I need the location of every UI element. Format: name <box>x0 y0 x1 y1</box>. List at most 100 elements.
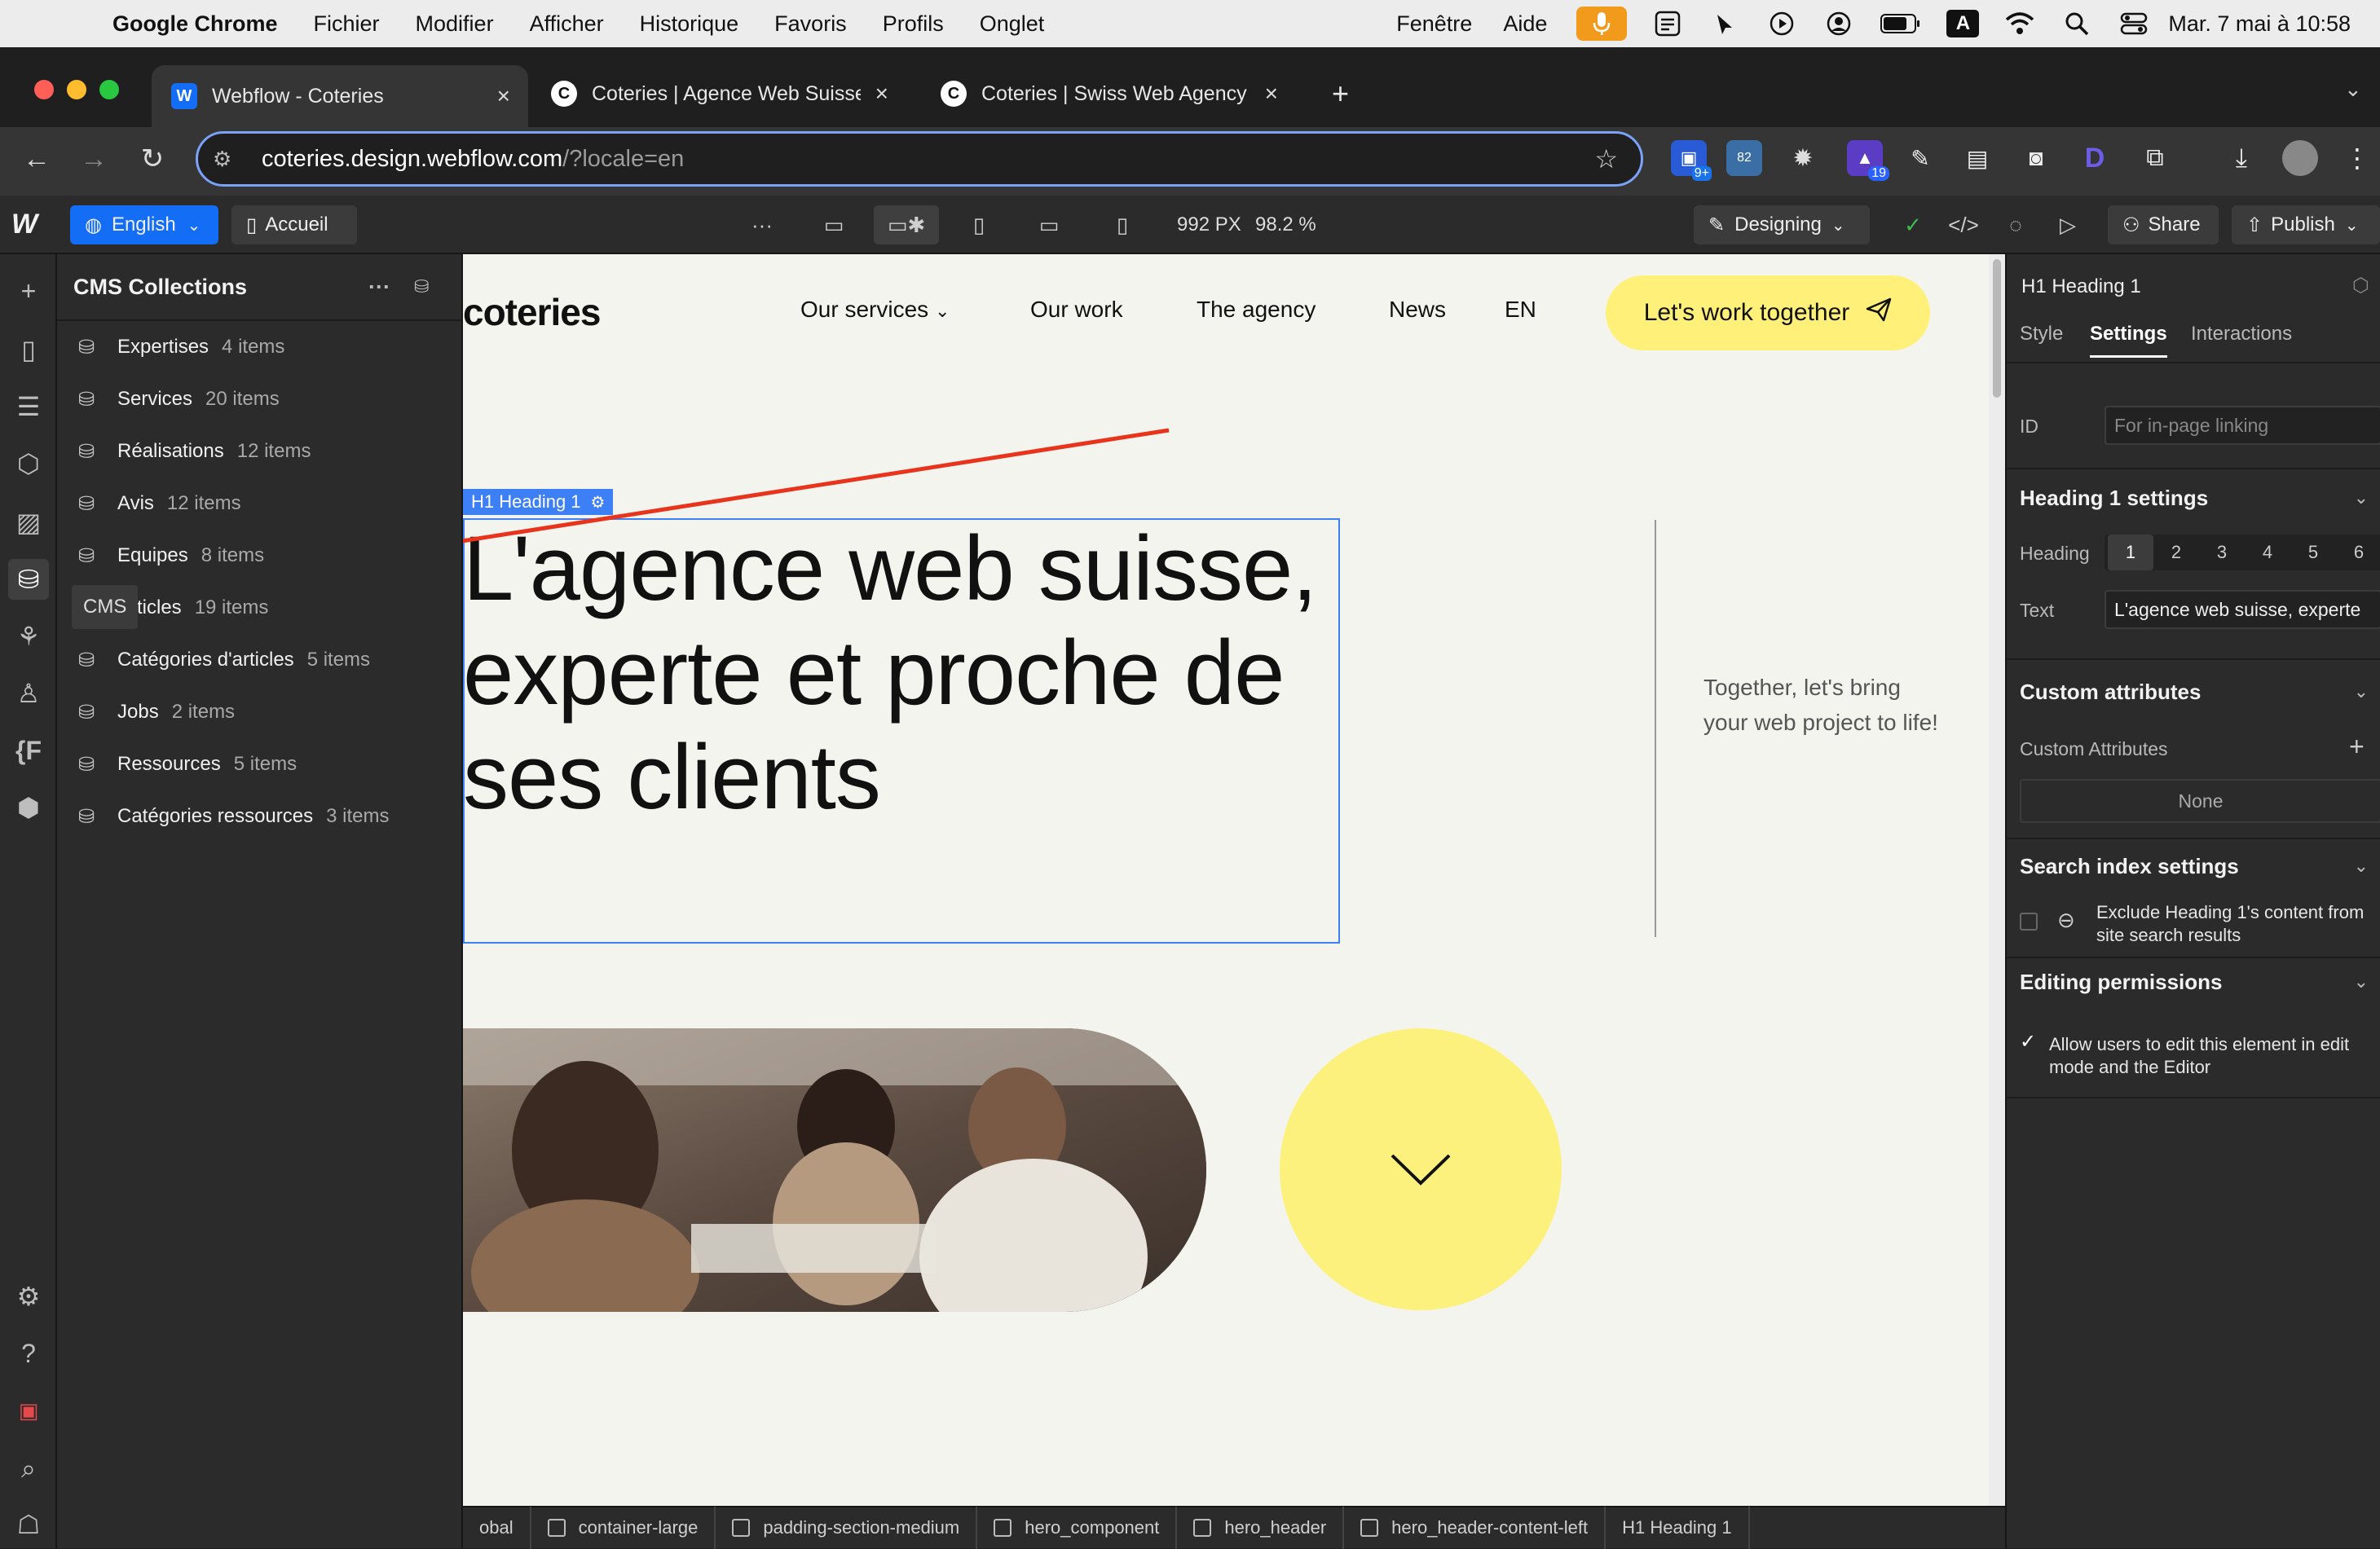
search-index-title[interactable]: Search index settings <box>2020 854 2239 879</box>
tab-style[interactable]: Style <box>2020 323 2063 345</box>
menubar-clock[interactable]: Mar. 7 mai à 10:58 <box>2168 11 2351 37</box>
breadcrumb-item[interactable]: obal <box>463 1507 531 1549</box>
extension-gear-icon[interactable]: ✹ <box>1785 140 1821 176</box>
notes-icon[interactable] <box>1651 7 1684 40</box>
components-icon[interactable]: ⬡ <box>8 443 49 484</box>
desktop-breakpoint-icon[interactable]: ▭ <box>813 205 854 244</box>
extension-save-icon[interactable]: 9+ ▣ <box>1671 140 1712 181</box>
cms-database-icon[interactable]: ⛁ <box>8 559 49 600</box>
download-icon[interactable]: ⤓ <box>2224 140 2259 176</box>
extension-eyedropper-icon[interactable]: ✎ <box>1902 140 1938 176</box>
battery-icon[interactable] <box>1880 7 1922 40</box>
cms-collection-item[interactable]: ⛁ Catégories ressources 3 items <box>78 794 389 839</box>
chat-icon[interactable]: ☖ <box>8 1504 49 1545</box>
exclude-search-checkbox[interactable] <box>2020 913 2038 931</box>
breadcrumb-item[interactable]: hero_header <box>1177 1507 1345 1549</box>
chevron-down-icon[interactable]: ⌄ <box>2354 487 2369 508</box>
heading-level-1[interactable]: 1 <box>2108 535 2153 570</box>
scrollbar-thumb[interactable] <box>1993 259 2001 398</box>
canvas-scrollbar[interactable] <box>1989 254 2005 1506</box>
tab-coteries-en[interactable]: C Coteries | Swiss Web Agency × <box>921 65 1296 122</box>
address-bar[interactable]: ⚙ coteries.design.webflow.com/?locale=en… <box>196 131 1643 187</box>
menu-item-aide[interactable]: Aide <box>1503 11 1547 37</box>
search-icon[interactable]: ⌕ <box>8 1449 49 1490</box>
microphone-icon[interactable] <box>1576 7 1628 41</box>
chevron-down-icon[interactable]: ⌄ <box>2354 681 2369 702</box>
menu-item-favoris[interactable]: Favoris <box>774 11 847 37</box>
tablet-breakpoint-icon[interactable]: ▯ <box>959 205 999 244</box>
extension-camera-icon[interactable]: ◙ <box>2018 140 2054 176</box>
breadcrumb-item[interactable]: hero_component <box>977 1507 1178 1549</box>
user-circle-icon[interactable] <box>1822 7 1855 40</box>
chrome-menu-icon[interactable]: ⋮ <box>2339 140 2375 176</box>
address-url[interactable]: coteries.design.webflow.com/?locale=en <box>262 146 684 173</box>
mode-dropdown[interactable]: ✎ Designing ⌄ <box>1694 205 1870 244</box>
record-icon[interactable]: ▣ <box>8 1390 49 1431</box>
site-settings-icon[interactable]: ⚙ <box>213 147 245 172</box>
tab-webflow[interactable]: W Webflow - Coteries × <box>152 65 528 127</box>
window-minimize-button[interactable] <box>67 80 86 99</box>
tab-search-chevron-icon[interactable]: ⌄ <box>2344 77 2362 102</box>
custom-attributes-title[interactable]: Custom attributes <box>2020 680 2201 705</box>
canvas-width-readout[interactable]: 992 PX <box>1177 213 1241 236</box>
add-elements-icon[interactable]: + <box>8 271 49 311</box>
reload-icon[interactable]: ↻ <box>134 140 171 178</box>
tab-interactions[interactable]: Interactions <box>2191 323 2292 345</box>
cms-collection-item[interactable]: ⛁ Ressources 5 items <box>78 741 297 787</box>
mobile-landscape-icon[interactable]: ▭ <box>1029 205 1069 244</box>
profile-avatar[interactable] <box>2282 140 2318 176</box>
more-options-icon[interactable]: ··· <box>368 275 390 300</box>
component-icon[interactable]: ⬡ <box>2352 274 2369 297</box>
navigator-icon[interactable]: ☰ <box>8 386 49 427</box>
forward-arrow-icon[interactable]: → <box>75 140 112 178</box>
audit-check-icon[interactable]: ✓ <box>1893 205 1933 244</box>
tab-close-icon[interactable]: × <box>1265 81 1278 107</box>
apps-cube-icon[interactable]: ⬢ <box>8 787 49 828</box>
back-arrow-icon[interactable]: ← <box>18 140 55 178</box>
heading-level-6[interactable]: 6 <box>2336 535 2380 570</box>
page-selector[interactable]: ▯ Accueil <box>231 205 357 244</box>
tab-coteries-fr[interactable]: C Coteries | Agence Web Suisse × <box>531 65 906 122</box>
heading-level-4[interactable]: 4 <box>2245 535 2290 570</box>
pointer-tool-icon[interactable] <box>1708 7 1741 40</box>
menu-item-profils[interactable]: Profils <box>883 11 944 37</box>
cms-collection-item[interactable]: ⛁ Avis 12 items <box>78 481 241 526</box>
locale-dropdown[interactable]: ◍ English ⌄ <box>70 205 218 244</box>
menu-item-fichier[interactable]: Fichier <box>314 11 380 37</box>
base-breakpoint-icon[interactable]: ▭✱ <box>874 205 939 244</box>
extension-calendar-icon[interactable]: 82 <box>1726 140 1762 176</box>
menu-item-modifier[interactable]: Modifier <box>416 11 494 37</box>
new-tab-button[interactable]: + <box>1312 65 1361 122</box>
heading-level-2[interactable]: 2 <box>2153 535 2199 570</box>
extension-hat-icon[interactable]: 19 ▲ <box>1847 140 1889 181</box>
tab-settings[interactable]: Settings <box>2090 323 2167 358</box>
users-icon[interactable]: ♙ <box>8 673 49 714</box>
publish-button[interactable]: ⇧ Publish ⌄ <box>2232 205 2380 244</box>
tab-close-icon[interactable]: × <box>497 83 510 109</box>
webflow-logo-icon[interactable]: W <box>11 209 37 240</box>
designer-canvas[interactable]: coteries Our services ⌄ Our work The age… <box>463 254 1989 1506</box>
bookmark-star-icon[interactable]: ☆ <box>1594 143 1618 174</box>
extensions-puzzle-icon[interactable]: ⧉ <box>2137 140 2173 176</box>
cms-collection-item[interactable]: ⛁ Réalisations 12 items <box>78 429 311 474</box>
search-icon[interactable] <box>2060 7 2093 40</box>
pages-icon[interactable]: ▯ <box>8 329 49 370</box>
breadcrumb-item[interactable]: hero_header-content-left <box>1344 1507 1606 1549</box>
comment-icon[interactable]: ◌ <box>1995 205 2036 244</box>
menu-item-historique[interactable]: Historique <box>640 11 739 37</box>
window-zoom-button[interactable] <box>99 80 119 99</box>
cms-collection-item[interactable]: ⛁ Equipes 8 items <box>78 533 264 579</box>
more-options-button[interactable]: ··· <box>742 205 782 244</box>
wifi-icon[interactable] <box>2003 7 2036 40</box>
breadcrumb-item[interactable]: padding-section-medium <box>716 1507 978 1549</box>
heading-text-field[interactable]: L'agence web suisse, experte <box>2105 590 2380 629</box>
cms-collection-item[interactable]: ⛁ Jobs 2 items <box>78 689 235 735</box>
heading-settings-title[interactable]: Heading 1 settings <box>2020 486 2208 511</box>
share-button[interactable]: ⚇ Share <box>2108 205 2219 244</box>
window-close-button[interactable] <box>34 80 54 99</box>
code-icon[interactable]: </> <box>1943 205 1984 244</box>
canvas-zoom-readout[interactable]: 98.2 % <box>1255 213 1316 236</box>
cms-collection-item[interactable]: ⛁ Expertises 4 items <box>78 324 284 370</box>
extension-d-icon[interactable]: D <box>2077 140 2113 176</box>
help-icon[interactable]: ? <box>8 1333 49 1374</box>
